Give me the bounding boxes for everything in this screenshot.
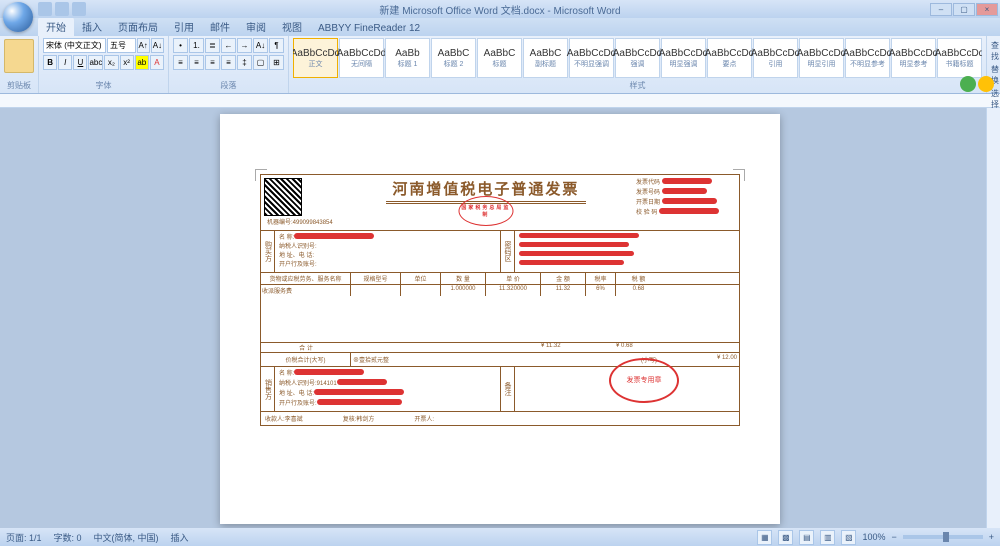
overlay-indicators xyxy=(960,76,994,92)
paragraph-group: • 1. ≣ ← → A↓ ¶ ≡ ≡ ≡ ≡ ‡ ▢ ⊞ 段落 xyxy=(169,36,289,93)
shading-button[interactable]: ▢ xyxy=(253,55,268,70)
sort-button[interactable]: A↓ xyxy=(253,38,268,53)
status-dot-green xyxy=(960,76,976,92)
tab-review[interactable]: 审阅 xyxy=(238,17,274,36)
subscript-button[interactable]: x₂ xyxy=(104,55,118,70)
style-不明显强调[interactable]: AaBbCcDd不明显强调 xyxy=(569,38,614,78)
style-强调[interactable]: AaBbCcDd强调 xyxy=(615,38,660,78)
full-screen-view[interactable]: ▩ xyxy=(778,530,793,545)
style-引用[interactable]: AaBbCcDd引用 xyxy=(753,38,798,78)
style-无间隔[interactable]: AaBbCcDd无间隔 xyxy=(339,38,384,78)
ribbon-tabs: 开始 插入 页面布局 引用 邮件 审阅 视图 ABBYY FineReader … xyxy=(0,18,1000,36)
align-left-button[interactable]: ≡ xyxy=(173,55,188,70)
word-count[interactable]: 字数: 0 xyxy=(54,531,82,544)
underline-button[interactable]: U xyxy=(73,55,87,70)
tab-mailings[interactable]: 邮件 xyxy=(202,17,238,36)
tab-home[interactable]: 开始 xyxy=(38,17,74,36)
style-要点[interactable]: AaBbCcDd要点 xyxy=(707,38,752,78)
title-bar: 新建 Microsoft Office Word 文档.docx - Micro… xyxy=(0,0,1000,18)
zoom-out-button[interactable]: − xyxy=(891,532,896,542)
strike-button[interactable]: abc xyxy=(88,55,103,70)
style-标题 1[interactable]: AaBb标题 1 xyxy=(385,38,430,78)
clipboard-group: 剪贴板 xyxy=(0,36,39,93)
style-副标题[interactable]: AaBbC副标题 xyxy=(523,38,568,78)
vertical-scrollbar[interactable] xyxy=(986,108,1000,528)
draft-view[interactable]: ▧ xyxy=(841,530,856,545)
quick-access-toolbar xyxy=(38,2,86,16)
page: 机器编号:499099843854 河南增值税电子普通发票 国家税务总局监制 发… xyxy=(220,114,780,524)
qr-code xyxy=(264,178,302,216)
save-icon[interactable] xyxy=(38,2,52,16)
page-indicator[interactable]: 页面: 1/1 xyxy=(6,531,42,544)
paste-button[interactable] xyxy=(4,39,34,73)
highlight-button[interactable]: ab xyxy=(135,55,149,70)
status-bar: 页面: 1/1 字数: 0 中文(简体, 中国) 插入 ▦ ▩ ▤ ▥ ▧ 10… xyxy=(0,528,1000,546)
language-indicator[interactable]: 中文(简体, 中国) xyxy=(94,531,159,544)
font-size-select[interactable]: 五号 xyxy=(107,38,135,53)
bold-button[interactable]: B xyxy=(43,55,57,70)
status-dot-yellow xyxy=(978,76,994,92)
undo-icon[interactable] xyxy=(55,2,69,16)
font-group: 宋体 (中文正文) 五号 A↑ A↓ B I U abc x₂ x² ab A … xyxy=(39,36,169,93)
tab-abbyy[interactable]: ABBYY FineReader 12 xyxy=(310,21,428,36)
maximize-button[interactable]: ▢ xyxy=(953,3,975,16)
web-layout-view[interactable]: ▤ xyxy=(799,530,814,545)
invoice-seal: 发票专用章 xyxy=(609,358,679,403)
tab-references[interactable]: 引用 xyxy=(166,17,202,36)
numbering-button[interactable]: 1. xyxy=(189,38,204,53)
document-area[interactable]: 机器编号:499099843854 河南增值税电子普通发票 国家税务总局监制 发… xyxy=(0,108,1000,528)
style-明显强调[interactable]: AaBbCcDd明显强调 xyxy=(661,38,706,78)
style-标题[interactable]: AaBbC标题 xyxy=(477,38,522,78)
zoom-in-button[interactable]: + xyxy=(989,532,994,542)
style-不明显参考[interactable]: AaBbCcDd不明显参考 xyxy=(845,38,890,78)
grow-font-button[interactable]: A↑ xyxy=(137,38,150,53)
redo-icon[interactable] xyxy=(72,2,86,16)
tab-layout[interactable]: 页面布局 xyxy=(110,17,166,36)
indent-dec-button[interactable]: ← xyxy=(221,38,236,53)
zoom-slider[interactable] xyxy=(903,535,983,539)
align-center-button[interactable]: ≡ xyxy=(189,55,204,70)
multilevel-button[interactable]: ≣ xyxy=(205,38,220,53)
zoom-level[interactable]: 100% xyxy=(862,532,885,542)
show-marks-button[interactable]: ¶ xyxy=(269,38,284,53)
close-button[interactable]: × xyxy=(976,3,998,16)
style-明显参考[interactable]: AaBbCcDd明显参考 xyxy=(891,38,936,78)
italic-button[interactable]: I xyxy=(58,55,72,70)
line-spacing-button[interactable]: ‡ xyxy=(237,55,252,70)
indent-inc-button[interactable]: → xyxy=(237,38,252,53)
find-button[interactable]: 查找 xyxy=(991,39,999,63)
style-标题 2[interactable]: AaBbC标题 2 xyxy=(431,38,476,78)
font-color-button[interactable]: A xyxy=(150,55,164,70)
tab-view[interactable]: 视图 xyxy=(274,17,310,36)
invoice-image: 机器编号:499099843854 河南增值税电子普通发票 国家税务总局监制 发… xyxy=(260,174,740,426)
invoice-title: 河南增值税电子普通发票 国家税务总局监制 xyxy=(336,178,636,227)
superscript-button[interactable]: x² xyxy=(120,55,134,70)
print-layout-view[interactable]: ▦ xyxy=(757,530,772,545)
tax-bureau-stamp: 国家税务总局监制 xyxy=(458,196,513,226)
office-button[interactable] xyxy=(3,2,33,32)
shrink-font-button[interactable]: A↓ xyxy=(151,38,164,53)
borders-button[interactable]: ⊞ xyxy=(269,55,284,70)
bullets-button[interactable]: • xyxy=(173,38,188,53)
font-name-select[interactable]: 宋体 (中文正文) xyxy=(43,38,106,53)
window-title: 新建 Microsoft Office Word 文档.docx - Micro… xyxy=(379,2,620,17)
insert-mode[interactable]: 插入 xyxy=(171,531,189,544)
align-right-button[interactable]: ≡ xyxy=(205,55,220,70)
minimize-button[interactable]: – xyxy=(930,3,952,16)
tab-insert[interactable]: 插入 xyxy=(74,17,110,36)
style-书籍标题[interactable]: AaBbCcDd书籍标题 xyxy=(937,38,982,78)
ribbon: 剪贴板 宋体 (中文正文) 五号 A↑ A↓ B I U abc x₂ x² a… xyxy=(0,36,1000,94)
outline-view[interactable]: ▥ xyxy=(820,530,835,545)
invoice-meta: 发票代码 发票号码 开票日期 校 验 码 xyxy=(636,178,736,227)
styles-group: AaBbCcDd正文AaBbCcDd无间隔AaBb标题 1AaBbC标题 2Aa… xyxy=(289,36,987,93)
style-明显引用[interactable]: AaBbCcDd明显引用 xyxy=(799,38,844,78)
style-正文[interactable]: AaBbCcDd正文 xyxy=(293,38,338,78)
justify-button[interactable]: ≡ xyxy=(221,55,236,70)
horizontal-ruler[interactable] xyxy=(0,94,1000,108)
